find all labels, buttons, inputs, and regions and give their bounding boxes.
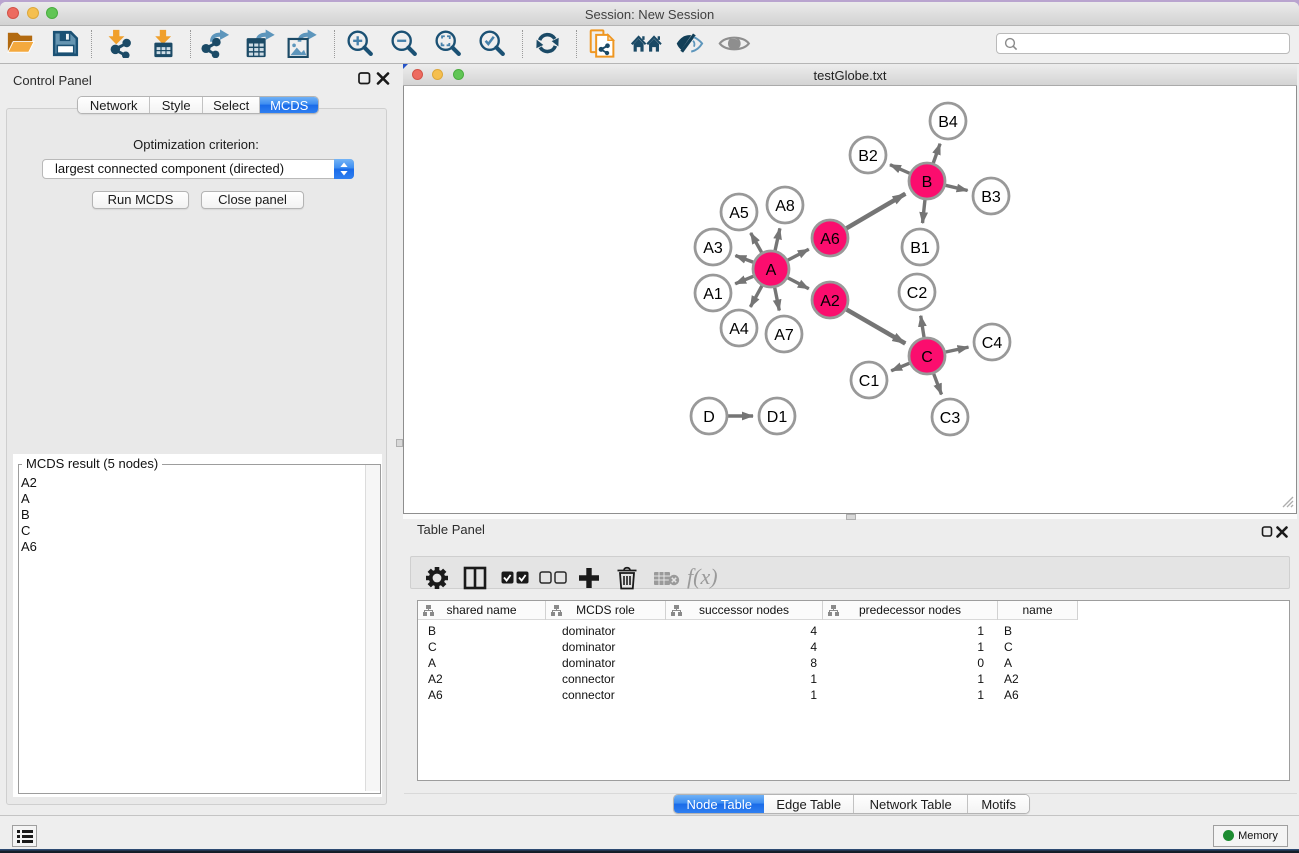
svg-text:A7: A7 [774, 327, 794, 344]
svg-text:B3: B3 [981, 189, 1001, 206]
svg-text:B2: B2 [858, 148, 878, 165]
svg-text:A4: A4 [729, 321, 749, 338]
svg-text:D: D [703, 409, 715, 426]
svg-text:C3: C3 [940, 410, 961, 427]
svg-text:B: B [922, 174, 933, 191]
svg-text:A8: A8 [775, 198, 795, 215]
svg-text:C4: C4 [982, 335, 1003, 352]
svg-text:D1: D1 [767, 409, 788, 426]
svg-text:A: A [766, 262, 777, 279]
svg-text:C1: C1 [859, 373, 880, 390]
svg-text:C2: C2 [907, 285, 928, 302]
svg-text:C: C [921, 349, 933, 366]
svg-text:A5: A5 [729, 205, 749, 222]
svg-text:A1: A1 [703, 286, 723, 303]
svg-text:A2: A2 [820, 293, 840, 310]
svg-text:B4: B4 [938, 114, 958, 131]
svg-text:A3: A3 [703, 240, 723, 257]
svg-text:A6: A6 [820, 231, 840, 248]
svg-text:B1: B1 [910, 240, 930, 257]
